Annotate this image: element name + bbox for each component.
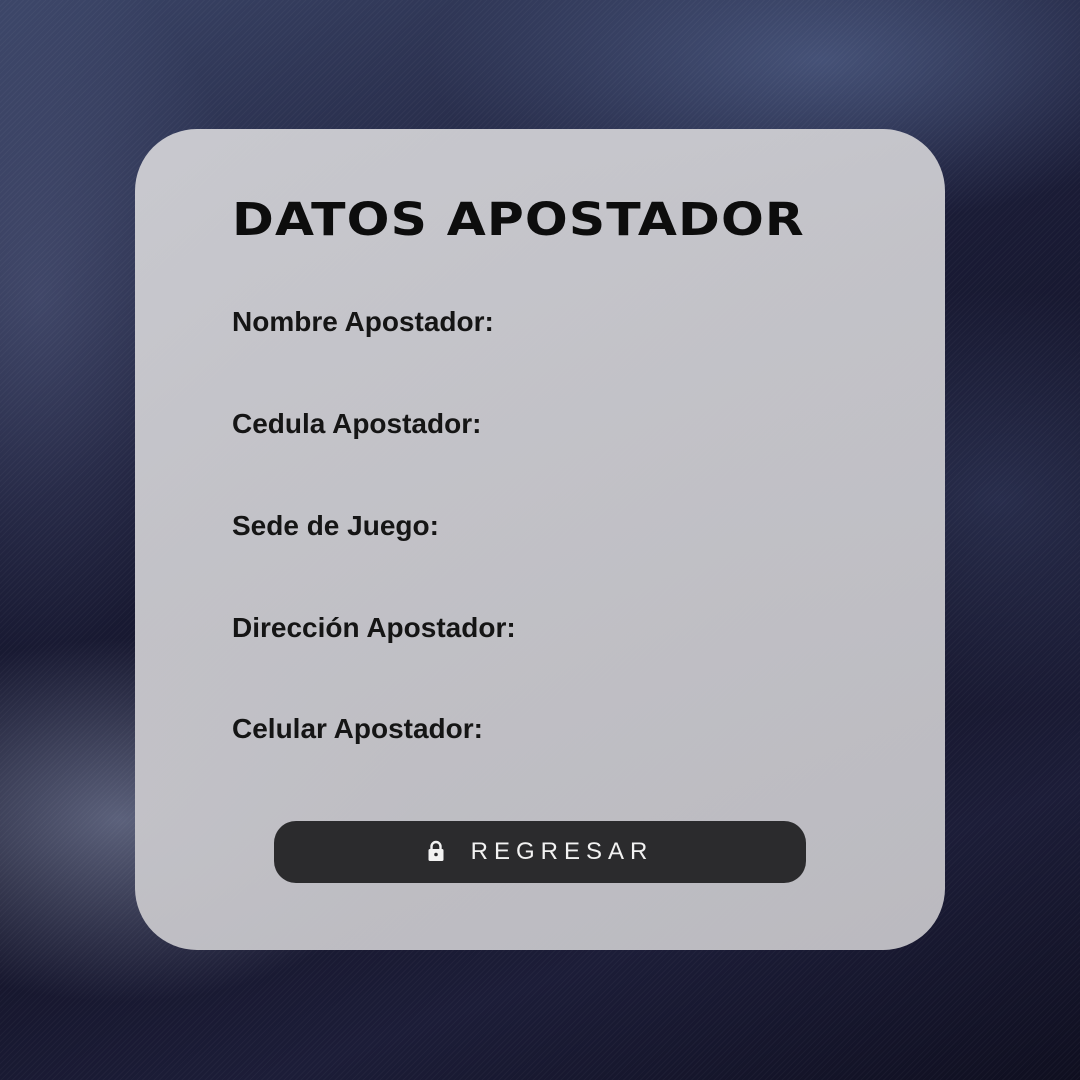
field-label-direccion: Dirección Apostador:: [232, 612, 516, 643]
bettor-details-card: DATOS APOSTADOR Nombre Apostador: Cedula…: [135, 129, 945, 950]
field-label-cedula: Cedula Apostador:: [232, 408, 482, 439]
field-label-celular: Celular Apostador:: [232, 713, 483, 744]
lock-icon: [427, 840, 445, 862]
field-label-sede: Sede de Juego:: [232, 510, 439, 541]
field-label-nombre: Nombre Apostador:: [232, 306, 494, 337]
back-button-label: REGRESAR: [470, 838, 654, 865]
page-title: DATOS APOSTADOR: [232, 193, 805, 246]
back-button[interactable]: REGRESAR: [274, 821, 806, 883]
